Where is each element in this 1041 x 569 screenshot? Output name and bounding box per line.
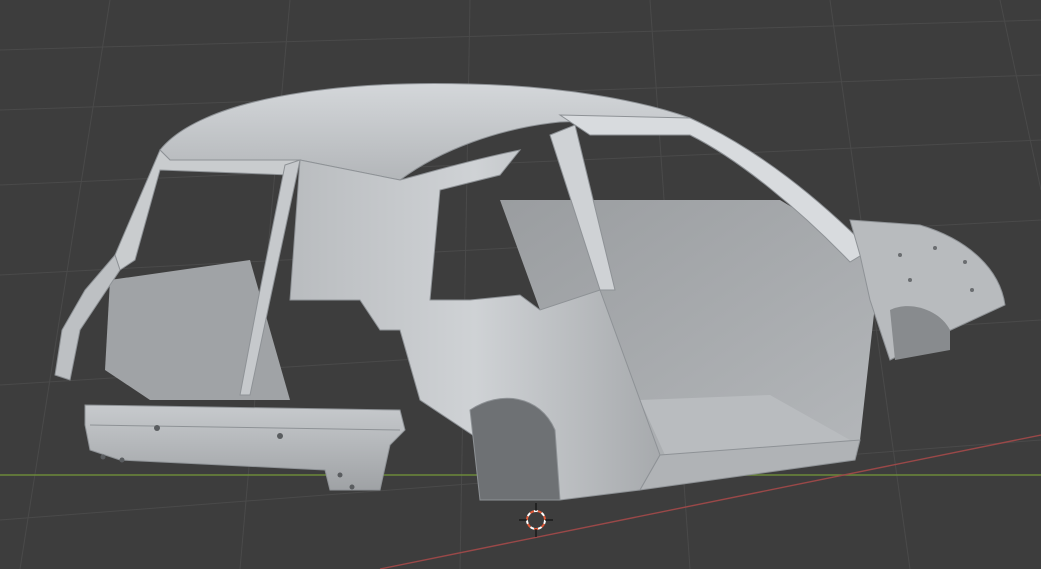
car-body-shell[interactable] <box>54 83 1006 501</box>
viewport-canvas[interactable] <box>0 0 1041 569</box>
rear-bumper <box>84 404 406 491</box>
3d-cursor-icon[interactable] <box>519 503 553 537</box>
3d-viewport[interactable] <box>0 0 1041 569</box>
